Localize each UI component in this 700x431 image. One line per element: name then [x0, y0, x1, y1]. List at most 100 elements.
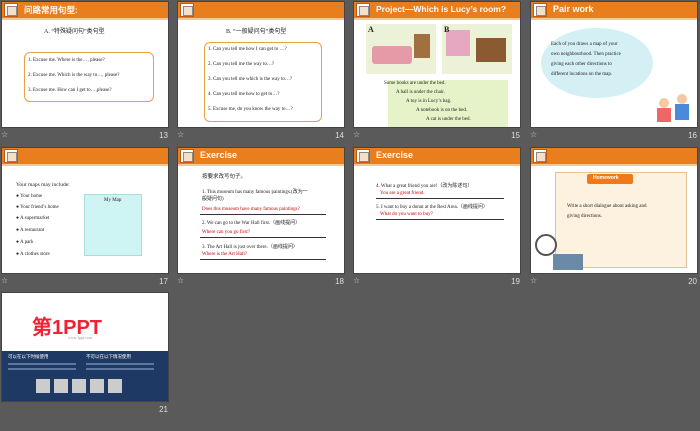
line-2: 2. Excuse me. Which is the way to…, plea… — [28, 73, 120, 78]
line-1: 1. Excuse me. Where is the…, please? — [28, 58, 105, 63]
book-icon — [180, 3, 194, 17]
slide-number: 13 — [159, 131, 168, 140]
item-6: ● A clothes store — [16, 252, 50, 257]
answer-2: Where can you go first? — [202, 230, 251, 235]
homework-line-2: giving directions. — [567, 214, 602, 219]
slide-number: 20 — [688, 277, 697, 286]
subtitle: A. “特殊疑问句”类句型 — [44, 29, 105, 35]
star-icon: ☆ — [353, 130, 361, 139]
slide-thumb-20[interactable]: Homework Write a short dialogue about as… — [529, 146, 699, 292]
star-icon: ☆ — [530, 130, 538, 139]
star-icon: ☆ — [353, 276, 361, 285]
qr-code — [36, 379, 50, 393]
sentence-4: A notebook is on the bed. — [416, 108, 468, 113]
question-4: 4. What a great friend you are!（改为陈述句） — [376, 184, 473, 189]
slide-number: 21 — [159, 405, 168, 414]
slide-title: Exercise — [200, 150, 238, 160]
slide-header: 问路常用句型: — [2, 2, 168, 18]
map-box — [84, 194, 142, 256]
slide-number: 15 — [511, 131, 520, 140]
star-icon: ☆ — [1, 276, 9, 285]
star-icon: ☆ — [530, 276, 538, 285]
books-icon — [553, 254, 583, 270]
slide-thumb-21[interactable]: 第1PPT www.1ppt.com 可以在以下时候使用 不可以在以下情况使用 … — [0, 291, 170, 431]
room-b-picture — [442, 24, 512, 74]
slide-header — [2, 148, 168, 164]
homework-label: Homework — [593, 175, 619, 181]
clock-icon — [535, 234, 557, 256]
star-icon: ☆ — [1, 130, 9, 139]
slide-header: Exercise — [178, 148, 344, 164]
cloud-line-3: giving each other directions to — [551, 62, 612, 67]
slide-thumb-19[interactable]: Exercise 4. What a great friend you are!… — [352, 146, 522, 292]
homework-line-1: Write a short dialogue about asking and — [567, 204, 647, 209]
question-2: 2. We can go to the War Hall first.（画线提问… — [202, 221, 301, 226]
star-icon: ☆ — [177, 130, 185, 139]
sentence-5: A cat is under the bed. — [426, 117, 471, 122]
slide-title: Exercise — [376, 150, 414, 160]
label-b: B — [444, 25, 450, 34]
right-heading: 不可以在以下情况使用 — [86, 354, 131, 359]
cloud-line-4: different locations on the map. — [551, 72, 613, 77]
cloud-line-2: own neighbourhood. Then practice — [551, 52, 621, 57]
kids-illustration — [657, 94, 693, 124]
cloud-line-1: Each of you draws a map of your — [551, 42, 618, 47]
slide-thumb-15[interactable]: Project—Which is Lucy’s room? A B Some b… — [352, 0, 522, 146]
line-3: 3. Excuse me. How can I get to…,please? — [28, 88, 112, 93]
qr-code — [108, 379, 122, 393]
book-icon — [533, 3, 547, 17]
slide-thumb-18[interactable]: Exercise 按要求改写句子。 1. This museum has man… — [176, 146, 346, 292]
line-4: 4. Can you tell me how to get to…? — [208, 92, 280, 97]
slide-title: 问路常用句型: — [24, 5, 78, 15]
question-1-cont: 般疑问句) — [202, 197, 224, 202]
answer-3: Where is the Art Hall? — [202, 252, 247, 257]
question-5: 5. I want to buy a donut at the Rest Are… — [376, 205, 488, 210]
qr-code — [90, 379, 104, 393]
sentence-2: A ball is under the chair. — [396, 90, 445, 95]
slide-number: 19 — [511, 277, 520, 286]
sentence-1: Some books are under the bed. — [384, 81, 446, 86]
line-2: 2. Can you tell me the way to…? — [208, 62, 275, 67]
slide-title: Project—Which is Lucy’s room? — [376, 4, 507, 14]
star-icon: ☆ — [177, 276, 185, 285]
slide-header: Pair work — [531, 2, 697, 18]
label-a: A — [368, 25, 374, 34]
slide-thumb-17[interactable]: Your maps may include: ● Your home ● You… — [0, 146, 170, 292]
book-icon — [180, 149, 194, 163]
slide-thumb-14[interactable]: B. “一般疑问句”类句型 1. Can you tell me how I c… — [176, 0, 346, 146]
book-icon — [356, 149, 370, 163]
book-icon — [4, 3, 18, 17]
sentence-3: A toy is in Lucy’s bag. — [406, 99, 452, 104]
slide-thumb-16[interactable]: Pair work Each of you draws a map of you… — [529, 0, 699, 146]
qr-code — [54, 379, 68, 393]
qr-code — [72, 379, 86, 393]
slide-title: Pair work — [553, 4, 594, 14]
line-1: 1. Can you tell me how I can get to …? — [208, 47, 287, 52]
room-a-picture — [366, 24, 436, 74]
subtitle: B. “一般疑问句”类句型 — [226, 29, 287, 35]
slide-header: Project—Which is Lucy’s room? — [354, 2, 520, 18]
slide-number: 17 — [159, 277, 168, 286]
book-icon — [533, 149, 547, 163]
answer-5: What do you want to buy? — [380, 212, 433, 217]
left-heading: 可以在以下时候使用 — [8, 354, 49, 359]
line-3: 3. Can you tell me which is the way to…? — [208, 77, 293, 82]
slide-header — [178, 2, 344, 18]
slide-number: 16 — [688, 131, 697, 140]
slide-thumb-13[interactable]: 问路常用句型: A. “特殊疑问句”类句型 1. Excuse me. Wher… — [0, 0, 170, 146]
slide-number: 18 — [335, 277, 344, 286]
answer-1: Does this museum have many famous painti… — [202, 207, 300, 212]
question-1: 1. This museum has many famous paintings… — [202, 190, 308, 195]
slide-header — [531, 148, 697, 164]
item-5: ● A park — [16, 240, 34, 245]
line-5: 5. Excuse me, do you know the way to…? — [208, 107, 293, 112]
question-3: 3. The Art Hall is just over there.（画线提问… — [202, 245, 298, 250]
slide-number: 14 — [335, 131, 344, 140]
item-2: ● Your friend’s home — [16, 205, 59, 210]
slide-header: Exercise — [354, 148, 520, 164]
book-icon — [4, 149, 18, 163]
answer-4: You are a great friend. — [380, 191, 425, 196]
intro-text: Your maps may include: — [16, 182, 70, 188]
item-3: ● A supermarket — [16, 216, 50, 221]
item-1: ● Your home — [16, 194, 43, 199]
